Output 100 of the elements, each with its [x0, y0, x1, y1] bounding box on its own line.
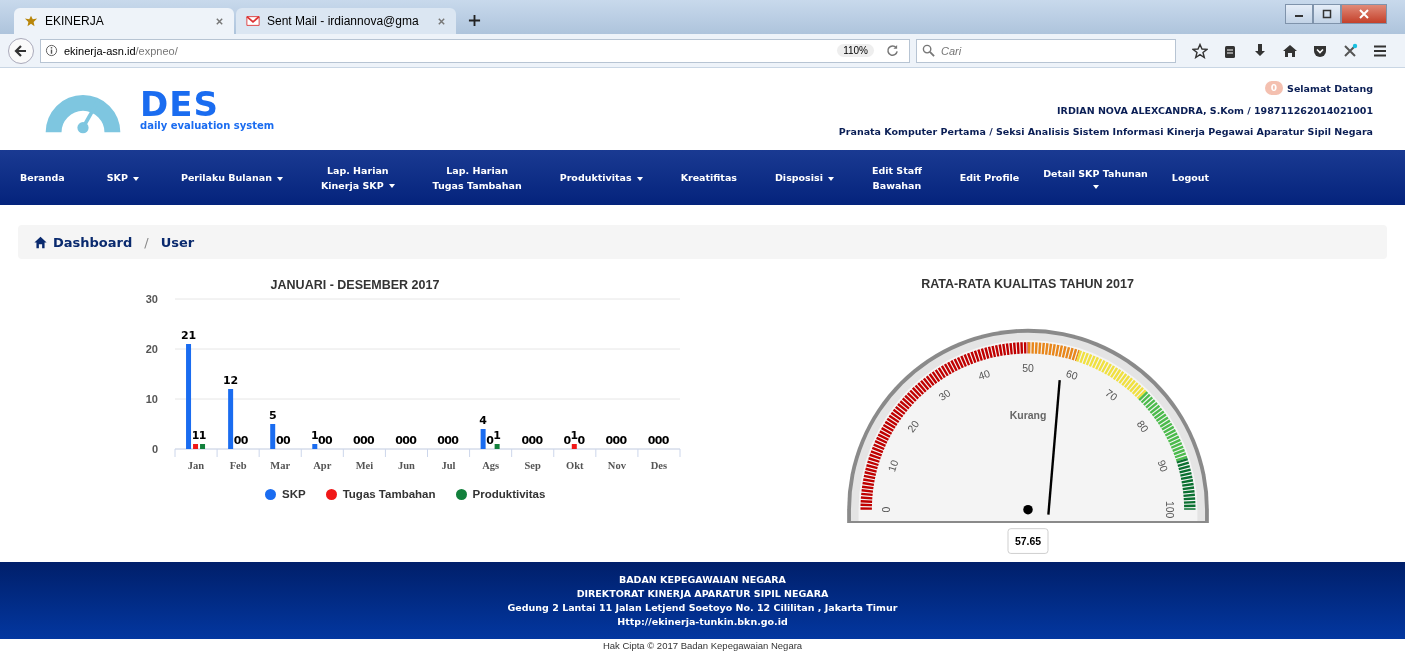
bar [494, 444, 500, 449]
footer-text: BADAN KEPEGAWAIAN NEGARA [618, 573, 787, 586]
legend-label[interactable]: SKP [282, 488, 306, 500]
x-axis-label: Ags [482, 460, 500, 471]
zoom-level[interactable]: 110% [837, 44, 874, 57]
close-icon[interactable] [437, 16, 446, 26]
data-label: 4 [479, 414, 487, 427]
address-bar[interactable]: ekinerja-asn.id/expneo/ 110% [40, 38, 910, 63]
data-label: 0 [535, 434, 544, 447]
breadcrumb-link[interactable]: User [160, 234, 195, 250]
home-icon[interactable] [1282, 42, 1298, 59]
data-label: 0 [233, 434, 242, 447]
nav-item[interactable]: Edit Profile [947, 170, 1032, 185]
data-label: 0 [563, 434, 572, 447]
data-label: 1 [191, 429, 200, 442]
restore-icon [1322, 9, 1332, 19]
home-icon [34, 235, 47, 249]
close-window-button[interactable] [1341, 4, 1387, 24]
search-icon [922, 43, 935, 57]
search-field[interactable]: Cari [916, 38, 1176, 63]
gauge-tick-label: 30 [936, 387, 953, 403]
data-label: 0 [577, 434, 586, 447]
nav-item[interactable]: Detail SKP Tahunan [1031, 166, 1160, 189]
reload-icon[interactable] [886, 44, 899, 57]
data-label: 0 [451, 434, 459, 447]
legend-label[interactable]: Produktivitas [472, 488, 546, 500]
browser-tab[interactable]: Sent Mail - irdiannova@gma [236, 8, 456, 34]
x-axis-label: Mei [355, 460, 374, 471]
x-axis-label: Mar [270, 460, 291, 471]
bar [571, 444, 577, 449]
x-axis-label: Okt [566, 460, 584, 471]
gauge-tick-label: 60 [1064, 367, 1079, 382]
data-label: 0 [444, 434, 452, 447]
url-text: ekinerja-asn.id/expneo/ [64, 44, 179, 57]
nav-item[interactable]: SKP [94, 170, 169, 185]
data-label: 5 [268, 409, 277, 422]
data-label: 0 [619, 434, 628, 447]
nav-item[interactable]: Beranda [8, 170, 95, 185]
data-label: 0 [409, 434, 417, 447]
star-icon[interactable] [1192, 42, 1208, 59]
x-axis-label: Des [650, 460, 668, 471]
data-label: 21 [180, 329, 197, 342]
data-label: 0 [402, 434, 410, 447]
data-label: 0 [486, 434, 494, 447]
breadcrumb-link[interactable]: Dashboard [53, 234, 133, 250]
data-label: 0 [395, 434, 403, 447]
chart-title: JANUARI - DESEMBER 2017 [270, 278, 440, 292]
browser-tab[interactable]: EKINERJA [14, 8, 234, 34]
gauge-tick-label: 90 [1155, 458, 1170, 474]
legend-label[interactable]: Tugas Tambahan [342, 488, 436, 500]
gauge-tick-label: 50 [1021, 362, 1034, 374]
x-axis-label: Feb [229, 460, 247, 471]
x-axis-label: Jul [441, 460, 456, 471]
y-axis-label: 30 [145, 293, 158, 305]
data-label: 0 [360, 434, 368, 447]
copyright-text: Hak Cipta © 2017 Badan Kepegawaian Negara [601, 640, 804, 651]
data-label: 0 [324, 434, 333, 447]
greeting-text: Selamat Datang [1287, 82, 1373, 94]
data-label: 0 [528, 434, 537, 447]
back-button[interactable] [8, 37, 34, 64]
data-label: 0 [654, 434, 663, 447]
nav-item[interactable]: Disposisi [763, 170, 860, 185]
chart-title: RATA-RATA KUALITAS TAHUN 2017 [921, 277, 1134, 291]
y-axis-label: 10 [145, 393, 158, 405]
user-position: Pranata Komputer Pertama / Seksi Analisis Sistem Informasi Kinerja Pegawai Aparatur Sipil Negara [838, 126, 1373, 137]
close-icon[interactable] [215, 16, 224, 26]
gauge-tick-label: 80 [1134, 418, 1150, 435]
nav-item[interactable]: Perilaku Bulanan [168, 170, 309, 185]
data-label: 0 [661, 434, 670, 447]
nav-item[interactable]: Edit Staff Bawahan [859, 162, 948, 193]
minimize-button[interactable] [1285, 4, 1313, 24]
data-label: 0 [240, 434, 249, 447]
data-label: 0 [353, 434, 361, 447]
info-icon[interactable] [45, 44, 58, 57]
nav-item[interactable]: Kreatifitas [668, 170, 763, 185]
x-axis-label: Apr [313, 460, 332, 471]
nav-item[interactable]: Lap. Harian Tugas Tambahan [420, 162, 548, 193]
nav-item[interactable]: Produktivitas [547, 170, 669, 185]
footer-text: Http://ekinerja-tunkin.bkn.go.id [616, 615, 789, 628]
nav-item[interactable]: Logout [1159, 170, 1222, 185]
gauge-tick-label: 100 [1163, 500, 1175, 519]
maximize-button[interactable] [1313, 4, 1341, 24]
bar [312, 444, 318, 449]
nav-item[interactable]: Lap. Harian Kinerja SKP [308, 162, 421, 193]
data-label: 0 [521, 434, 530, 447]
x-axis-label: Sep [524, 460, 541, 471]
gauge-tick-label: 0 [880, 506, 892, 513]
footer-text: DIREKTORAT KINERJA APARATUR SIPIL NEGARA [575, 587, 830, 600]
data-label: 1 [570, 429, 579, 442]
bar [270, 424, 276, 449]
new-tab-icon[interactable] [468, 14, 481, 27]
tab-title: EKINERJA [45, 14, 105, 28]
bar [480, 429, 486, 449]
close-icon [1359, 9, 1369, 19]
data-label: 0 [317, 434, 326, 447]
y-axis-label: 0 [151, 443, 158, 455]
back-arrow-icon [14, 43, 28, 58]
data-label: 12 [222, 374, 239, 387]
gauge-band-label: Kurang [1009, 410, 1046, 422]
logo-title: DES [140, 87, 219, 120]
